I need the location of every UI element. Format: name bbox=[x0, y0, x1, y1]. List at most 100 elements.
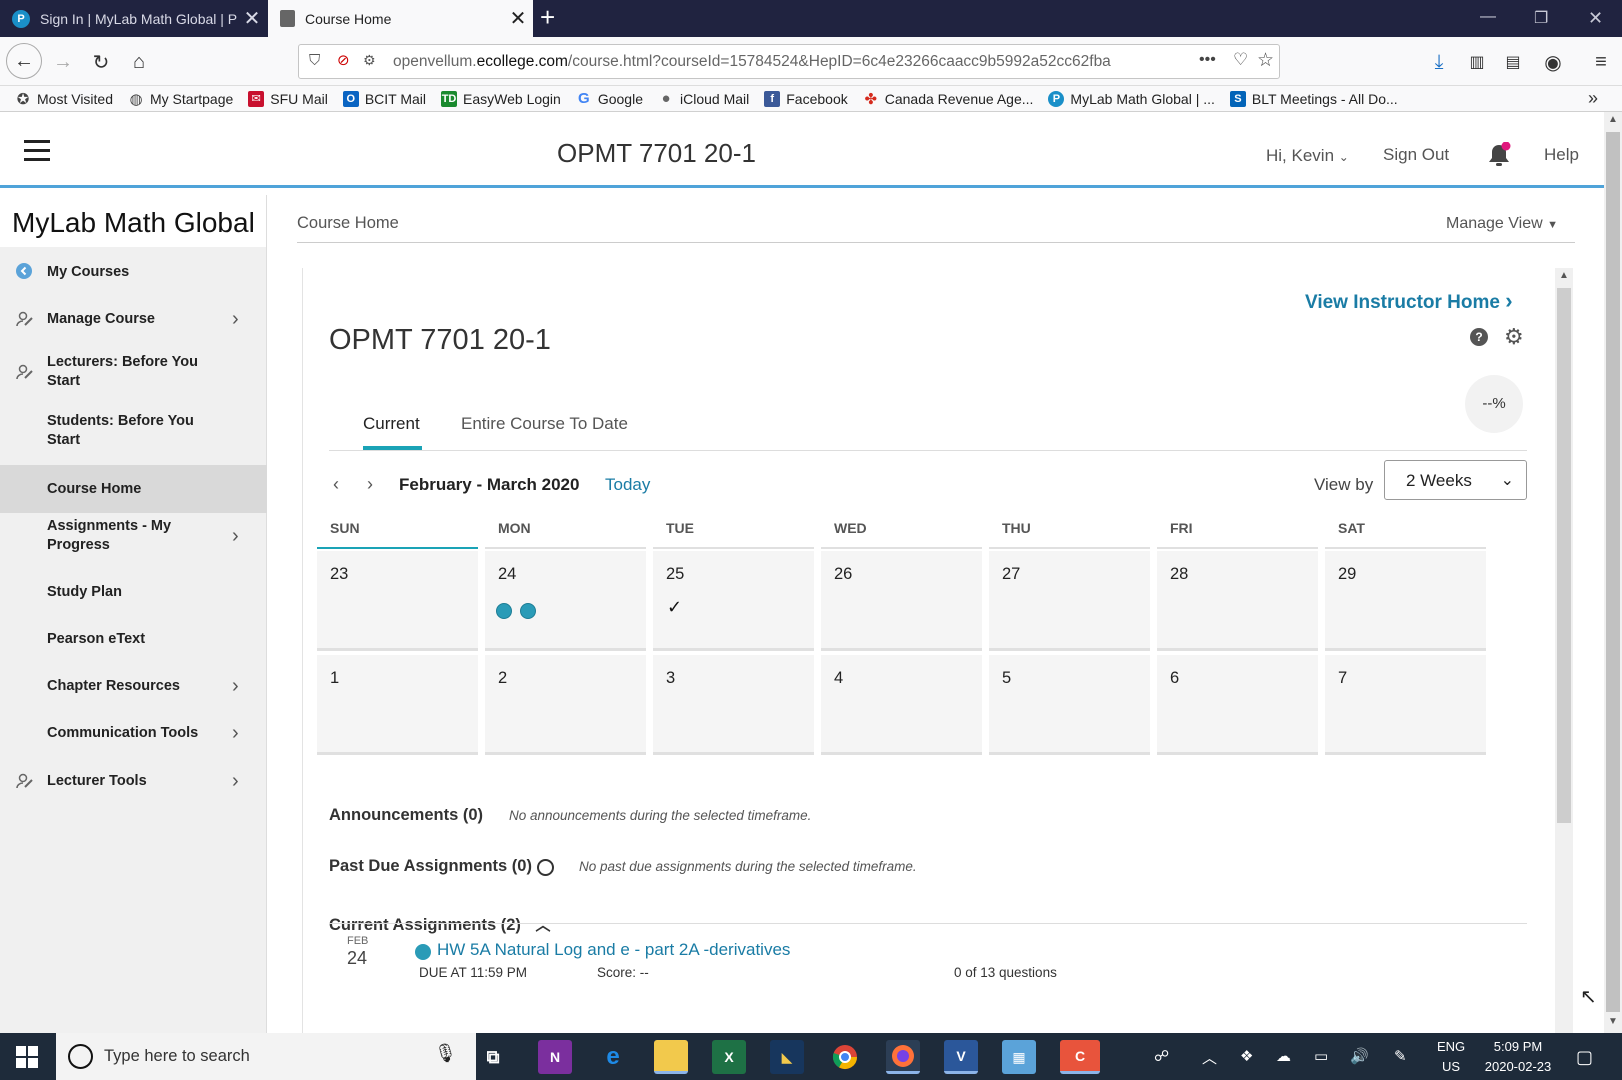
bookmark-my-startpage[interactable]: ◍ My Startpage bbox=[128, 91, 233, 108]
minimize-icon[interactable]: — bbox=[1480, 8, 1496, 26]
manage-view-dropdown[interactable]: Manage View ▼ bbox=[1446, 215, 1558, 233]
pocket-icon[interactable]: ♡ bbox=[1233, 50, 1248, 70]
onenote-icon[interactable]: N bbox=[538, 1040, 572, 1074]
browser-tab-course-home[interactable]: Course Home ✕ bbox=[268, 0, 533, 37]
page-scrollbar[interactable]: ▲ ▼ bbox=[1604, 112, 1622, 1033]
forward-button[interactable]: → bbox=[46, 45, 80, 79]
more-bookmarks-icon[interactable]: » bbox=[1588, 88, 1598, 109]
people-icon[interactable]: ☍ bbox=[1154, 1047, 1169, 1065]
reload-button[interactable]: ↻ bbox=[84, 45, 118, 79]
sign-out-link[interactable]: Sign Out bbox=[1383, 145, 1449, 165]
close-tab-icon[interactable]: ✕ bbox=[503, 6, 533, 31]
task-view-icon[interactable]: ⧉ bbox=[476, 1040, 510, 1074]
calendar-day-cell[interactable]: 7 bbox=[1325, 655, 1486, 755]
home-button[interactable]: ⌂ bbox=[122, 45, 156, 79]
previous-period-button[interactable]: ‹ bbox=[333, 474, 339, 495]
bookmark-facebook[interactable]: f Facebook bbox=[764, 90, 848, 107]
calendar-day-cell[interactable]: 1 bbox=[317, 655, 478, 755]
sidebar-item-communication-tools[interactable]: Communication Tools › bbox=[0, 714, 267, 752]
sidebar-item-assignments-my-progress[interactable]: Assignments - My Progress › bbox=[0, 510, 267, 562]
calendar-day-cell[interactable]: 24 bbox=[485, 551, 646, 651]
bookmark-easyweb[interactable]: TD EasyWeb Login bbox=[441, 90, 561, 107]
notifications-bell-icon[interactable] bbox=[1486, 141, 1512, 175]
assignment-title-link[interactable]: HW 5A Natural Log and e - part 2A -deriv… bbox=[437, 940, 790, 960]
sidebar-icon[interactable]: ▤ bbox=[1496, 45, 1530, 79]
visio-icon[interactable]: V bbox=[944, 1040, 978, 1074]
calendar-day-cell[interactable]: 29 bbox=[1325, 551, 1486, 651]
firefox-icon[interactable] bbox=[886, 1040, 920, 1074]
help-circle-icon[interactable]: ? bbox=[1470, 328, 1488, 346]
calendar-day-cell[interactable]: 2 bbox=[485, 655, 646, 755]
calendar-day-cell[interactable]: 27 bbox=[989, 551, 1150, 651]
calendar-day-cell[interactable]: 4 bbox=[821, 655, 982, 755]
sidebar-item-manage-course[interactable]: Manage Course › bbox=[0, 300, 267, 338]
calendar-day-cell[interactable]: 25 ✓ bbox=[653, 551, 814, 651]
downloads-icon[interactable]: ⤓ bbox=[1422, 45, 1456, 79]
action-center-icon[interactable]: ▢ bbox=[1576, 1047, 1593, 1068]
help-link[interactable]: Help bbox=[1544, 145, 1579, 165]
control-panel-icon[interactable]: ▦ bbox=[1002, 1040, 1036, 1074]
bookmark-most-visited[interactable]: ✪ Most Visited bbox=[15, 91, 113, 108]
bookmark-blt-meetings[interactable]: S BLT Meetings - All Do... bbox=[1229, 90, 1398, 107]
assignment-dot[interactable] bbox=[520, 603, 536, 619]
tab-current[interactable]: Current bbox=[363, 414, 420, 434]
bookmark-star-icon[interactable]: ☆ bbox=[1257, 49, 1274, 72]
pen-icon[interactable]: ✎ bbox=[1394, 1047, 1407, 1065]
today-link[interactable]: Today bbox=[605, 475, 650, 495]
battery-icon[interactable]: ▭ bbox=[1314, 1047, 1328, 1065]
windows-start-icon[interactable] bbox=[16, 1046, 38, 1068]
microphone-icon[interactable]: 🎙 bbox=[434, 1043, 457, 1064]
browser-tab-sign-in[interactable]: P Sign In | MyLab Math Global | P ✕ bbox=[0, 0, 267, 37]
sidebar-item-chapter-resources[interactable]: Chapter Resources › bbox=[0, 667, 267, 705]
current-assignments-title[interactable]: Current Assignments (2) ︿ bbox=[329, 914, 551, 935]
new-tab-button[interactable]: + bbox=[540, 2, 555, 33]
bookmark-mylab[interactable]: P MyLab Math Global | ... bbox=[1048, 90, 1215, 107]
bookmark-icloud[interactable]: ● iCloud Mail bbox=[658, 90, 749, 107]
bookmark-google[interactable]: G Google bbox=[576, 90, 643, 107]
menu-icon[interactable]: ≡ bbox=[1584, 45, 1618, 79]
dropbox-icon[interactable]: ❖ bbox=[1240, 1047, 1253, 1065]
url-bar[interactable]: ⛉ ⊘ ⚙ openvellum.ecollege.com/course.htm… bbox=[298, 44, 1280, 79]
shield-icon[interactable]: ⛉ bbox=[309, 52, 320, 69]
input-language[interactable]: ENG US bbox=[1437, 1037, 1465, 1077]
calendar-day-cell[interactable]: 6 bbox=[1157, 655, 1318, 755]
camtasia-icon[interactable]: C bbox=[1060, 1040, 1100, 1074]
page-actions-icon[interactable]: ••• bbox=[1199, 51, 1216, 69]
calendar-day-cell[interactable]: 5 bbox=[989, 655, 1150, 755]
calendar-day-cell[interactable]: 26 bbox=[821, 551, 982, 651]
view-instructor-home-link[interactable]: View Instructor Home › bbox=[1305, 288, 1513, 314]
sidebar-item-students-before-you-start[interactable]: Students: Before You Start bbox=[0, 405, 267, 457]
excel-icon[interactable]: X bbox=[712, 1040, 746, 1074]
next-period-button[interactable]: › bbox=[367, 474, 373, 495]
edge-icon[interactable]: e bbox=[596, 1040, 630, 1074]
permissions-icon[interactable]: ⚙ bbox=[363, 52, 376, 69]
calendar-day-cell[interactable]: 28 bbox=[1157, 551, 1318, 651]
gear-icon[interactable]: ⚙ bbox=[1504, 324, 1524, 350]
scrollbar-thumb[interactable] bbox=[1606, 132, 1620, 1012]
close-window-icon[interactable]: ✕ bbox=[1588, 8, 1603, 29]
close-tab-icon[interactable]: ✕ bbox=[237, 6, 267, 31]
account-icon[interactable]: ◉ bbox=[1536, 45, 1570, 79]
assignment-dot[interactable] bbox=[496, 603, 512, 619]
scroll-down-icon[interactable]: ▼ bbox=[1608, 1016, 1618, 1027]
url-text[interactable]: openvellum.ecollege.com/course.html?cour… bbox=[393, 53, 1153, 71]
bookmark-cra[interactable]: ✤ Canada Revenue Age... bbox=[863, 91, 1033, 108]
onedrive-icon[interactable]: ☁ bbox=[1276, 1047, 1291, 1065]
sidebar-item-my-courses[interactable]: My Courses bbox=[0, 254, 267, 290]
scroll-up-icon[interactable]: ▲ bbox=[1559, 270, 1569, 281]
calendar-day-cell[interactable]: 3 bbox=[653, 655, 814, 755]
taskbar-search[interactable]: Type here to search 🎙 bbox=[56, 1033, 476, 1080]
user-menu[interactable]: Hi, Kevin ⌄ bbox=[1266, 146, 1349, 166]
chevron-up-icon[interactable]: ︿ bbox=[1202, 1047, 1217, 1068]
sidebar-item-course-home[interactable]: Course Home bbox=[0, 465, 267, 513]
bookmark-bcit-mail[interactable]: O BCIT Mail bbox=[342, 90, 426, 107]
sidebar-item-lecturers-before-you-start[interactable]: Lecturers: Before You Start bbox=[0, 346, 267, 398]
calendar-day-cell[interactable]: 23 bbox=[317, 551, 478, 651]
scrollbar-thumb[interactable] bbox=[1557, 288, 1571, 823]
hamburger-menu-icon[interactable] bbox=[24, 140, 50, 167]
bookmark-sfu-mail[interactable]: ✉ SFU Mail bbox=[248, 90, 328, 107]
sidebar-item-pearson-etext[interactable]: Pearson eText bbox=[0, 620, 267, 658]
sidebar-item-study-plan[interactable]: Study Plan bbox=[0, 573, 267, 611]
tracking-blocked-icon[interactable]: ⊘ bbox=[337, 51, 350, 69]
chrome-icon[interactable] bbox=[828, 1040, 862, 1074]
